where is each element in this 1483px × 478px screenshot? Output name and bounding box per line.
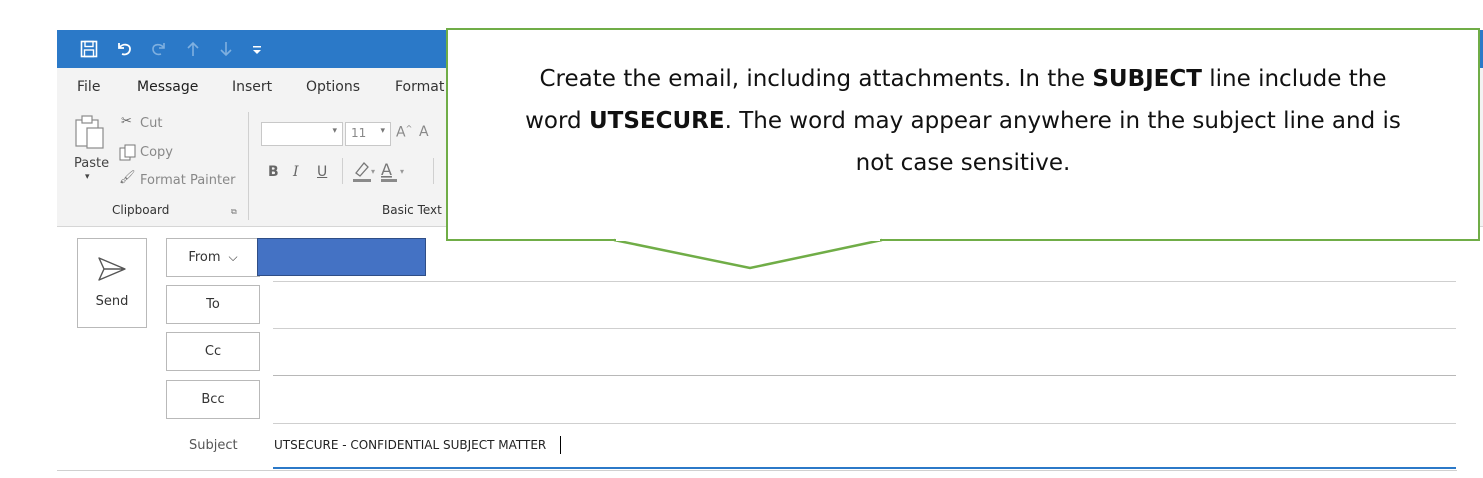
cc-button[interactable]: Cc [166,332,260,371]
header-bottom-divider [57,470,1457,471]
to-divider [273,328,1456,329]
bcc-field[interactable] [273,380,1456,420]
to-label: To [206,297,220,312]
italic-button[interactable]: I [293,164,299,180]
svg-text:A: A [381,160,392,179]
tab-message[interactable]: Message [137,79,198,95]
bold-button[interactable]: B [268,164,279,180]
cut-icon[interactable]: ✂ [121,114,132,129]
format-painter-button[interactable]: Format Painter [140,173,235,188]
paste-icon[interactable] [73,114,107,154]
callout-text-segment: . The word may appear anywhere in the su… [724,108,1401,134]
callout-text-segment: line include the [1201,66,1387,92]
customize-icon[interactable] [247,30,267,68]
tab-insert[interactable]: Insert [232,79,272,95]
from-label: From [188,250,221,265]
callout-pointer [613,236,883,270]
from-account-field[interactable] [257,238,426,276]
subject-field[interactable]: UTSECURE - CONFIDENTIAL SUBJECT MATTER [273,430,1456,466]
group-separator [342,158,343,184]
from-button[interactable]: From ⌵ [166,238,260,277]
grow-font-icon[interactable]: A^ [396,124,412,141]
callout-bold-subject: SUBJECT [1092,66,1202,92]
font-name-select[interactable]: ▾ [261,122,343,146]
callout-text-segment: Create the email, including attachments.… [539,66,1093,92]
copy-button[interactable]: Copy [140,145,173,160]
callout-line-3: not case sensitive. [855,150,1071,176]
group-separator [433,158,434,184]
tab-format[interactable]: Format [395,79,444,95]
down-arrow-icon [214,30,238,68]
paste-button[interactable]: Paste [74,156,109,171]
font-size-value: 11 [351,126,367,140]
bcc-button[interactable]: Bcc [166,380,260,419]
chevron-down-icon: ▾ [380,126,385,136]
callout-text: Create the email, including attachments.… [460,58,1466,184]
bcc-label: Bcc [201,392,225,407]
chevron-down-icon: ⌵ [228,250,238,264]
dialog-launcher-icon[interactable]: ⧉ [231,207,237,217]
cc-divider [273,375,1456,376]
svg-text:▾: ▾ [371,167,375,176]
paste-dropdown-icon[interactable]: ▾ [85,172,90,182]
chevron-down-icon: ▾ [332,126,337,136]
group-separator [248,112,249,220]
save-icon[interactable] [77,30,101,68]
shrink-font-icon[interactable]: A [419,124,429,140]
send-icon [97,256,127,286]
font-color-icon[interactable]: A ▾ [379,158,409,188]
highlight-icon[interactable]: ▾ [351,158,375,188]
cut-button[interactable]: Cut [140,116,162,131]
underline-button[interactable]: U [317,164,327,180]
format-painter-icon[interactable]: 🖌 [119,170,136,185]
to-field[interactable] [273,286,1456,326]
callout-line-1: Create the email, including attachments.… [460,58,1466,100]
callout-bold-utsecure: UTSECURE [588,108,725,134]
callout-text-segment: word [525,108,589,134]
tab-file[interactable]: File [77,79,100,95]
font-size-select[interactable]: 11 ▾ [345,122,391,146]
cc-field[interactable] [273,333,1456,373]
basic-text-group-label: Basic Text [382,203,442,217]
active-tab-indicator [137,33,201,36]
subject-underline [273,467,1456,469]
from-divider [273,281,1456,282]
subject-value: UTSECURE - CONFIDENTIAL SUBJECT MATTER [274,438,547,452]
text-cursor [560,436,561,454]
cc-label: Cc [204,344,222,359]
undo-icon[interactable] [112,30,136,68]
bcc-divider [273,423,1456,424]
svg-text:▾: ▾ [400,167,404,176]
subject-label: Subject [189,438,238,453]
callout-line-2: word UTSECURE. The word may appear anywh… [460,100,1466,142]
send-button[interactable]: Send [77,238,147,328]
tab-options[interactable]: Options [306,79,360,95]
clipboard-group-label: Clipboard [112,203,170,217]
copy-icon[interactable] [119,144,137,166]
to-button[interactable]: To [166,285,260,324]
send-label: Send [95,294,129,309]
